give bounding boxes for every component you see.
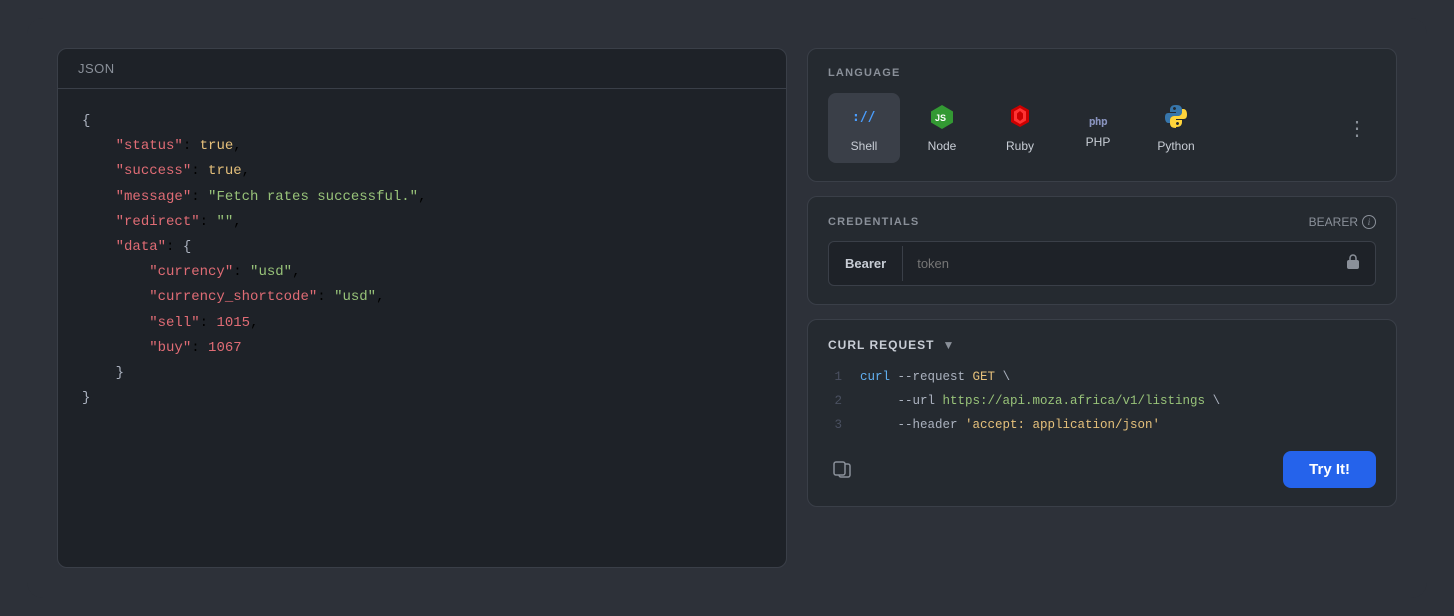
json-body: { "status": true, "success": true, "mess… (58, 89, 786, 567)
tab-shell[interactable]: :// Shell (828, 93, 900, 163)
more-languages-button[interactable]: ⋮ (1339, 110, 1376, 147)
language-label: LANGUAGE (828, 67, 1376, 79)
curl-card: CURL REQUEST ▼ 1 curl --request GET \ 2 (807, 319, 1397, 507)
tab-ruby[interactable]: Ruby (984, 93, 1056, 163)
tab-php-label: PHP (1086, 135, 1111, 149)
tab-php[interactable]: php PHP (1062, 97, 1134, 159)
bearer-tab-label: Bearer (829, 246, 903, 281)
curl-line-2: 2 --url https://api.moza.africa/v1/listi… (828, 390, 1376, 414)
copy-button[interactable] (828, 456, 856, 484)
svg-text:JS: JS (935, 113, 946, 123)
credentials-input-row: Bearer (828, 241, 1376, 286)
svg-text:://: :// (852, 110, 876, 125)
curl-line-1-content: curl --request GET \ (860, 366, 1010, 390)
ruby-icon (1007, 103, 1033, 133)
app-container: JSON { "status": true, "success": true, … (27, 18, 1427, 598)
shell-icon: :// (851, 103, 877, 133)
right-panel: LANGUAGE :// Shell JS (807, 48, 1397, 568)
tab-shell-label: Shell (851, 139, 878, 153)
credentials-label: CREDENTIALS (828, 216, 919, 228)
language-tabs: :// Shell JS Node (828, 93, 1376, 163)
credentials-header: CREDENTIALS BEARER i (828, 215, 1376, 229)
tab-node[interactable]: JS Node (906, 93, 978, 163)
bearer-badge: BEARER i (1309, 215, 1376, 229)
python-icon (1163, 103, 1189, 133)
curl-line-3-content: --header 'accept: application/json' (860, 414, 1160, 438)
json-panel: JSON { "status": true, "success": true, … (57, 48, 787, 568)
try-it-button[interactable]: Try It! (1283, 451, 1376, 488)
line-number-2: 2 (828, 390, 842, 414)
lock-icon (1331, 242, 1375, 285)
json-header: JSON (58, 49, 786, 89)
tab-python[interactable]: Python (1140, 93, 1212, 163)
token-input[interactable] (903, 246, 1331, 281)
tab-ruby-label: Ruby (1006, 139, 1034, 153)
curl-line-3: 3 --header 'accept: application/json' (828, 414, 1376, 438)
curl-header: CURL REQUEST ▼ (828, 338, 1376, 352)
copy-icon (832, 460, 852, 480)
curl-label: CURL REQUEST (828, 338, 934, 352)
tab-python-label: Python (1157, 139, 1194, 153)
bearer-badge-text: BEARER (1309, 215, 1358, 229)
curl-line-1: 1 curl --request GET \ (828, 366, 1376, 390)
curl-line-2-content: --url https://api.moza.africa/v1/listing… (860, 390, 1220, 414)
curl-body: 1 curl --request GET \ 2 --url https://a… (828, 366, 1376, 437)
curl-chevron-icon: ▼ (942, 338, 954, 352)
curl-footer: Try It! (828, 451, 1376, 488)
line-number-1: 1 (828, 366, 842, 390)
tab-node-label: Node (928, 139, 957, 153)
php-icon: php (1089, 107, 1107, 129)
credentials-card: CREDENTIALS BEARER i Bearer (807, 196, 1397, 305)
line-number-3: 3 (828, 414, 842, 438)
node-icon: JS (929, 103, 955, 133)
info-icon: i (1362, 215, 1376, 229)
language-card: LANGUAGE :// Shell JS (807, 48, 1397, 182)
